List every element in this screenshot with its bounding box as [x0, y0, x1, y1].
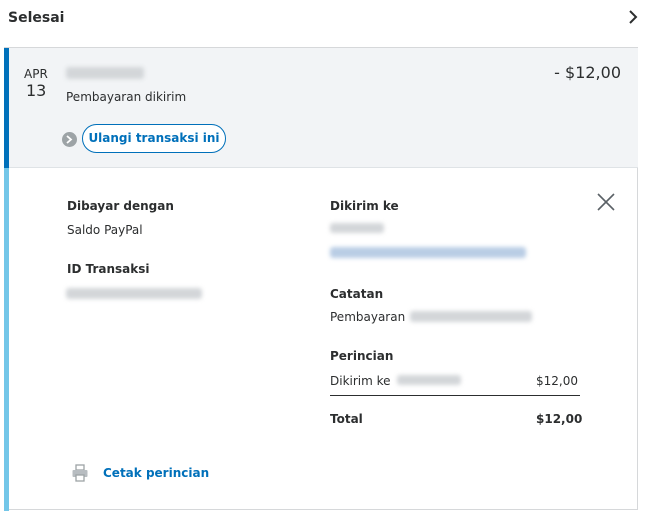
transaction-card: APR 13 Pembayaran dikirim - $12,00 Ulang… — [4, 47, 638, 511]
summary-accent-bar — [4, 48, 9, 168]
print-details-link[interactable]: Cetak perincian — [103, 466, 209, 480]
note-prefix: Pembayaran — [330, 310, 406, 324]
date-day: 13 — [26, 81, 47, 100]
sent-to-label: Dikirim ke — [330, 199, 399, 213]
chevron-right-icon[interactable] — [626, 9, 640, 25]
breakdown-row-label: Dikirim ke — [330, 374, 391, 388]
transaction-status: Pembayaran dikirim — [66, 90, 187, 104]
paid-with-value: Saldo PayPal — [67, 223, 143, 237]
breakdown-recipient-redacted — [397, 375, 461, 385]
transaction-id-label: ID Transaksi — [67, 262, 150, 276]
transaction-id-redacted — [66, 288, 202, 299]
note-redacted — [410, 311, 532, 322]
total-amount: $12,00 — [536, 412, 583, 426]
recipient-name-redacted-2 — [330, 223, 384, 233]
note-label: Catatan — [330, 287, 384, 301]
breakdown-row-amount: $12,00 — [536, 374, 578, 388]
section-title: Selesai — [8, 10, 65, 26]
recipient-email-redacted — [330, 247, 526, 258]
repeat-arrow-icon — [62, 132, 77, 147]
paid-with-label: Dibayar dengan — [67, 199, 174, 213]
close-icon[interactable] — [595, 191, 617, 213]
recipient-name-redacted — [66, 67, 144, 79]
date-month: APR — [24, 67, 48, 81]
transaction-amount: - $12,00 — [554, 63, 621, 82]
repeat-transaction-button[interactable]: Ulangi transaksi ini — [82, 124, 226, 153]
printer-icon[interactable] — [71, 464, 89, 482]
breakdown-label: Perincian — [330, 349, 394, 363]
total-divider — [330, 395, 580, 396]
total-label: Total — [330, 412, 363, 426]
transaction-summary[interactable]: APR 13 Pembayaran dikirim - $12,00 Ulang… — [4, 48, 638, 168]
activity-header: Selesai — [0, 0, 646, 40]
details-accent-bar — [4, 168, 9, 511]
